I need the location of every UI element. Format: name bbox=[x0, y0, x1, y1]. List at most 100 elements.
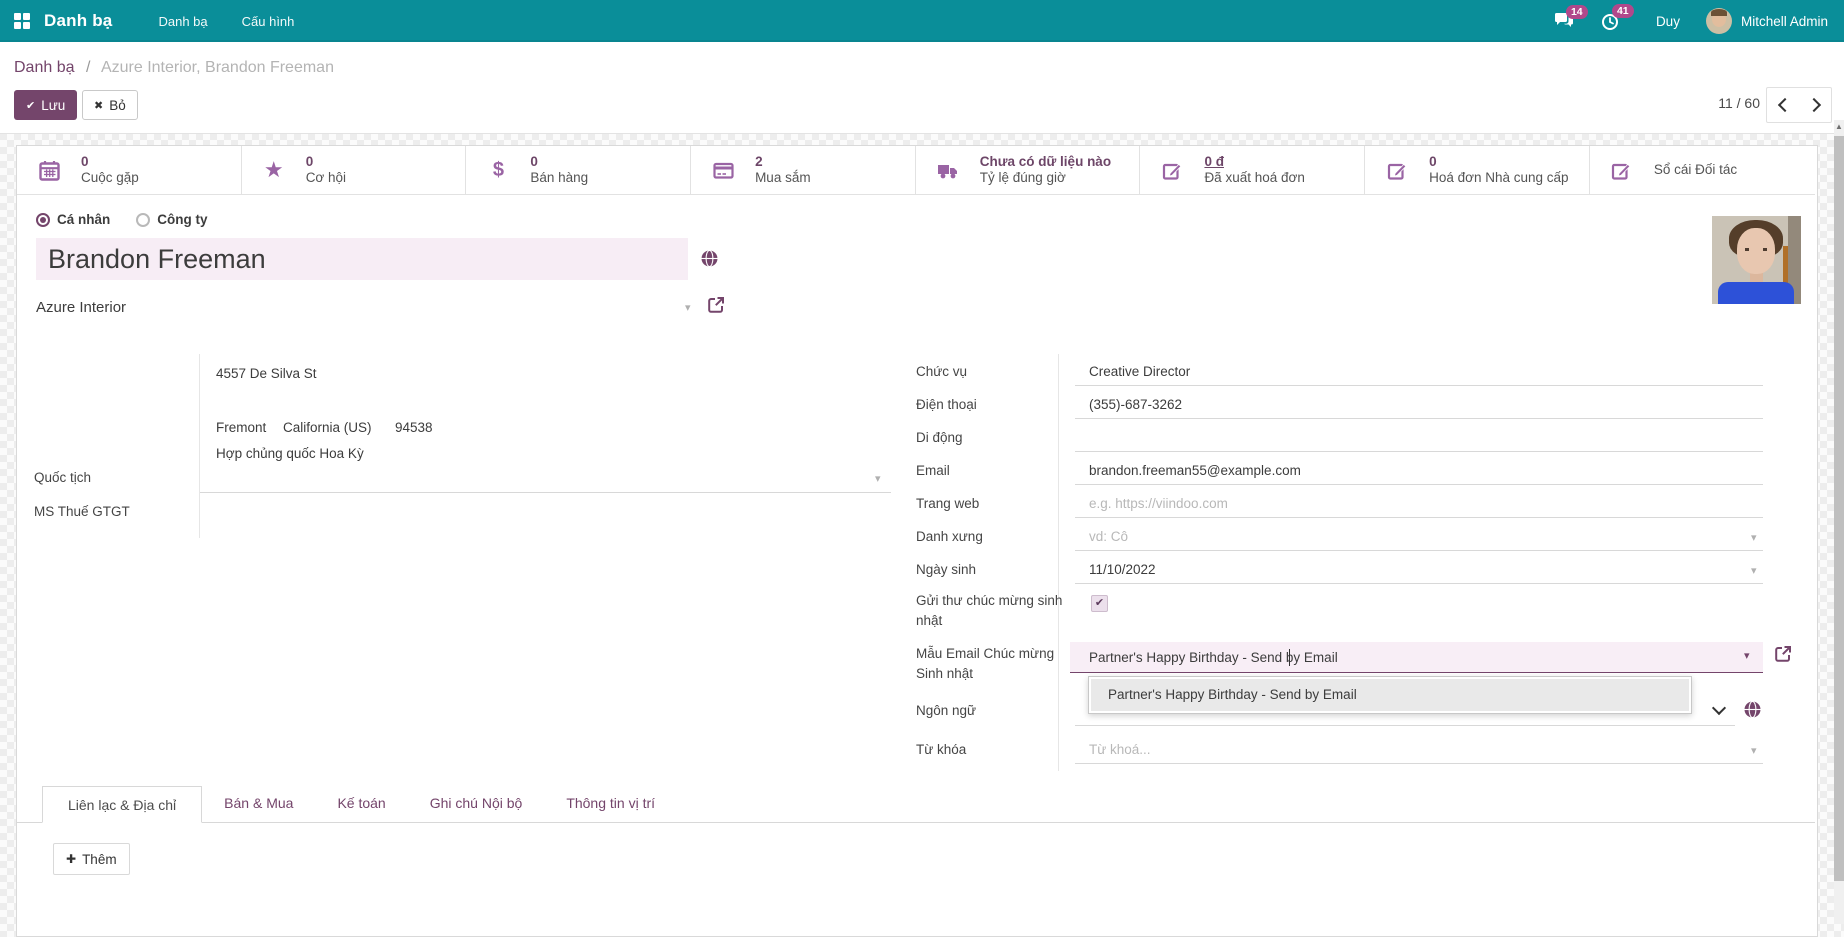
save-button[interactable]: ✔ Lưu bbox=[14, 90, 77, 120]
vat-field[interactable] bbox=[200, 498, 891, 526]
tags-field[interactable]: Từ khoá... bbox=[1075, 736, 1763, 764]
activities-button[interactable]: 41 bbox=[1600, 11, 1620, 31]
translate-globe-icon[interactable] bbox=[1744, 701, 1761, 718]
radio-individual-label: Cá nhân bbox=[57, 212, 110, 227]
messages-button[interactable]: 14 bbox=[1554, 12, 1574, 30]
stat-label: Hoá đơn Nhà cung cấp bbox=[1429, 170, 1568, 186]
email-label: Email bbox=[916, 457, 950, 485]
stat-button-meetings[interactable]: 0Cuộc gặp bbox=[17, 146, 242, 194]
stat-label: Đã xuất hoá đơn bbox=[1204, 170, 1304, 186]
dropdown-caret-icon[interactable]: ▾ bbox=[1751, 564, 1757, 577]
template-dropdown: Partner's Happy Birthday - Send by Email bbox=[1088, 676, 1692, 714]
divider bbox=[1058, 354, 1059, 771]
stat-value: 0 bbox=[1429, 154, 1568, 170]
scroll-up-icon[interactable]: ▲ bbox=[1834, 120, 1844, 134]
truck-icon bbox=[916, 160, 980, 181]
dropdown-caret-icon[interactable]: ▾ bbox=[1751, 531, 1757, 544]
country-field[interactable]: Hợp chủng quốc Hoa Kỳ bbox=[216, 446, 364, 461]
website-label: Trang web bbox=[916, 490, 979, 518]
pager-next-button[interactable] bbox=[1799, 87, 1832, 123]
dropdown-caret-icon[interactable]: ▾ bbox=[1744, 649, 1750, 662]
dropdown-option[interactable]: Partner's Happy Birthday - Send by Email bbox=[1091, 679, 1689, 711]
birthday-template-field[interactable]: Partner's Happy Birthday - Send by Email bbox=[1070, 642, 1763, 673]
street-field[interactable]: 4557 De Silva St bbox=[216, 366, 317, 381]
stat-button-opportunities[interactable]: ★ 0Cơ hội bbox=[242, 146, 467, 194]
notebook-tabs: Liên lạc & Địa chỉ Bán & Mua Kế toán Ghi… bbox=[17, 786, 1815, 823]
user-menu[interactable]: Mitchell Admin bbox=[1741, 14, 1828, 29]
dropdown-caret-icon[interactable]: ▾ bbox=[685, 301, 691, 314]
breadcrumb-parent[interactable]: Danh bạ bbox=[14, 59, 75, 76]
dollar-icon: $ bbox=[466, 160, 530, 180]
name-input[interactable]: Brandon Freeman bbox=[36, 238, 688, 280]
mobile-label: Di động bbox=[916, 424, 963, 452]
chevron-left-icon bbox=[1777, 98, 1791, 112]
stat-button-on-time-rate[interactable]: Chưa có dữ liệu nàoTỷ lệ đúng giờ bbox=[916, 146, 1141, 194]
state-field[interactable]: California (US) bbox=[283, 420, 372, 435]
stat-button-purchases[interactable]: 2Mua sắm bbox=[691, 146, 916, 194]
stat-button-invoiced[interactable]: 0 đĐã xuất hoá đơn bbox=[1140, 146, 1365, 194]
discard-button-label: Bỏ bbox=[109, 98, 126, 113]
invoice-pencil-icon bbox=[1365, 160, 1429, 181]
translate-globe-icon[interactable] bbox=[701, 250, 718, 267]
nationality-label: Quốc tịch bbox=[34, 464, 91, 492]
user-avatar[interactable] bbox=[1706, 8, 1732, 34]
breadcrumb-separator: / bbox=[86, 59, 90, 76]
job-field[interactable]: Creative Director bbox=[1075, 358, 1763, 386]
radio-individual[interactable] bbox=[36, 213, 50, 227]
title-field[interactable]: vd: Cô bbox=[1075, 523, 1763, 551]
tab-location-info[interactable]: Thông tin vị trí bbox=[544, 785, 677, 822]
pager-previous-button[interactable] bbox=[1766, 87, 1800, 123]
app-brand[interactable]: Danh bạ bbox=[44, 11, 112, 31]
invoice-pencil-icon bbox=[1140, 160, 1204, 181]
tags-label: Từ khóa bbox=[916, 736, 966, 764]
tab-internal-notes[interactable]: Ghi chú Nội bộ bbox=[408, 785, 545, 822]
text-cursor bbox=[1289, 649, 1290, 666]
apps-menu-icon[interactable] bbox=[14, 13, 30, 29]
stat-button-row: 0Cuộc gặp ★ 0Cơ hội $ 0Bán hàng 2Mua sắm… bbox=[17, 146, 1815, 195]
stat-value: 0 đ bbox=[1204, 154, 1304, 170]
shortcut-duy[interactable]: Duy bbox=[1656, 14, 1680, 29]
vat-label: MS Thuế GTGT bbox=[34, 498, 130, 526]
stat-button-vendor-bills[interactable]: 0Hoá đơn Nhà cung cấp bbox=[1365, 146, 1590, 194]
stat-value: 0 bbox=[530, 154, 588, 170]
city-field[interactable]: Fremont bbox=[216, 420, 266, 435]
zip-field[interactable]: 94538 bbox=[395, 420, 433, 435]
external-link-icon[interactable] bbox=[707, 296, 725, 314]
scrollbar-thumb[interactable] bbox=[1834, 136, 1844, 881]
nationality-field[interactable] bbox=[200, 464, 891, 493]
add-button[interactable]: ✚ Thêm bbox=[53, 843, 130, 875]
stat-value: 0 bbox=[306, 154, 346, 170]
language-label: Ngôn ngữ bbox=[916, 697, 976, 725]
stat-value: 2 bbox=[755, 154, 811, 170]
add-button-label: Thêm bbox=[82, 852, 117, 867]
title-label: Danh xưng bbox=[916, 523, 983, 551]
discard-button[interactable]: ✖ Bỏ bbox=[82, 90, 138, 120]
menu-contacts[interactable]: Danh bạ bbox=[158, 14, 207, 29]
pager-value[interactable]: 11 / 60 bbox=[1718, 95, 1760, 111]
tab-sales-purchase[interactable]: Bán & Mua bbox=[202, 785, 315, 822]
phone-field[interactable]: (355)-687-3262 bbox=[1075, 391, 1763, 419]
birthdate-field[interactable]: 11/10/2022 bbox=[1075, 556, 1763, 584]
contact-photo[interactable] bbox=[1712, 216, 1801, 304]
radio-company[interactable] bbox=[136, 213, 150, 227]
stat-label: Cuộc gặp bbox=[81, 170, 139, 186]
website-field[interactable]: e.g. https://viindoo.com bbox=[1075, 490, 1763, 518]
stat-button-sales[interactable]: $ 0Bán hàng bbox=[466, 146, 691, 194]
external-link-icon[interactable] bbox=[1774, 645, 1792, 663]
vertical-scrollbar[interactable]: ▲ bbox=[1834, 120, 1844, 924]
tab-accounting[interactable]: Kế toán bbox=[315, 785, 407, 822]
menu-configuration[interactable]: Cấu hình bbox=[242, 14, 295, 29]
stat-button-partner-ledger[interactable]: Sổ cái Đối tác bbox=[1590, 146, 1815, 194]
stat-label: Sổ cái Đối tác bbox=[1654, 162, 1737, 178]
save-button-label: Lưu bbox=[41, 98, 65, 113]
form-sheet: 0Cuộc gặp ★ 0Cơ hội $ 0Bán hàng 2Mua sắm… bbox=[16, 145, 1818, 937]
dropdown-caret-icon[interactable]: ▾ bbox=[875, 472, 881, 485]
birthdate-label: Ngày sinh bbox=[916, 556, 976, 584]
birthday-wish-checkbox[interactable]: ✔ bbox=[1091, 595, 1108, 612]
tab-contacts-addresses[interactable]: Liên lạc & Địa chỉ bbox=[42, 786, 202, 823]
dropdown-caret-icon[interactable]: ▾ bbox=[1751, 744, 1757, 757]
mobile-field[interactable] bbox=[1075, 424, 1763, 452]
company-field[interactable]: Azure Interior bbox=[36, 296, 676, 320]
top-navbar: Danh bạ Danh bạ Cấu hình 14 41 Duy Mitch… bbox=[0, 0, 1844, 42]
email-field[interactable]: brandon.freeman55@example.com bbox=[1075, 457, 1763, 485]
